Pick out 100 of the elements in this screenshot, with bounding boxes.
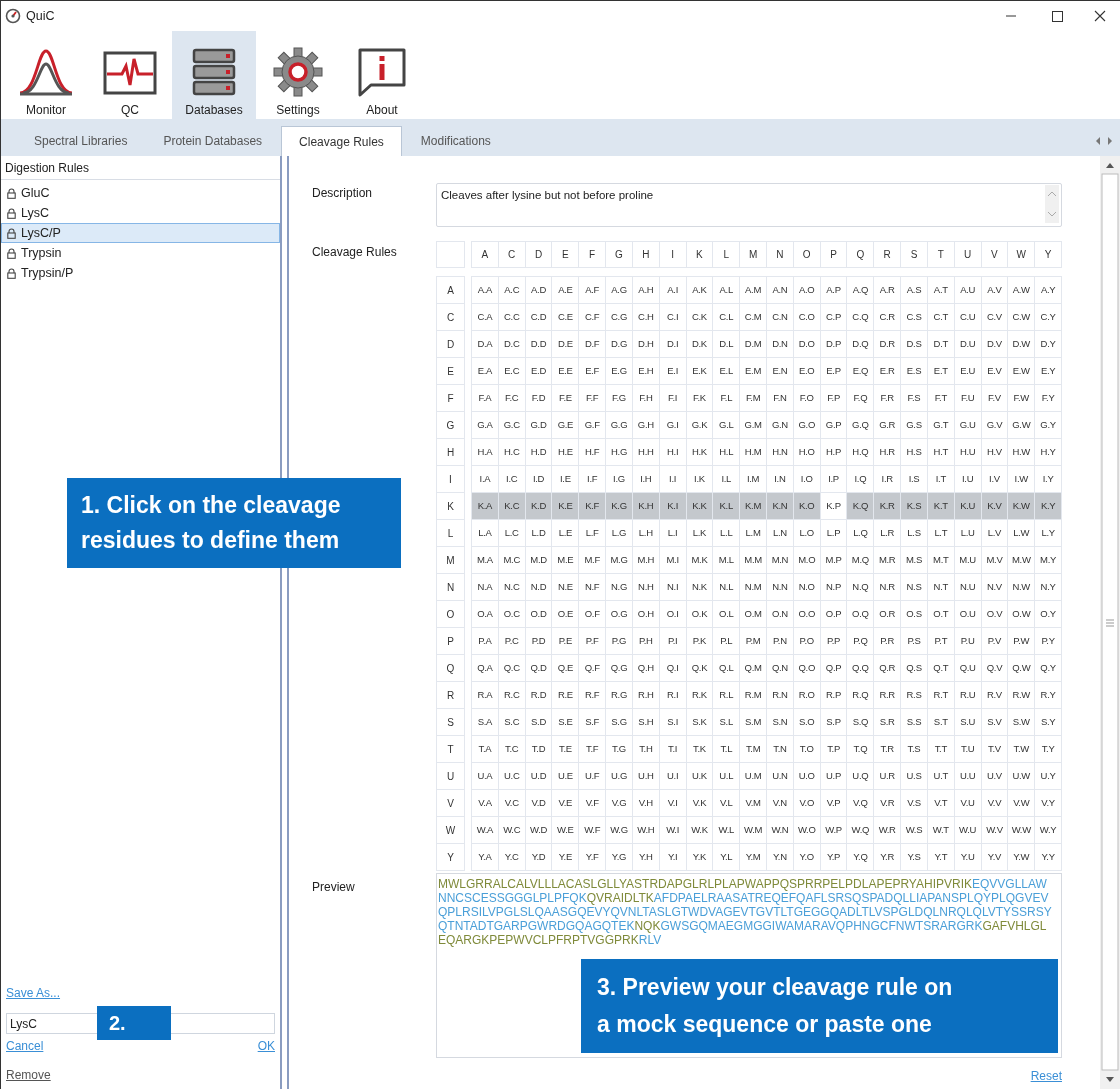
cleavage-cell[interactable]: M.N xyxy=(767,547,793,573)
cleavage-cell[interactable]: K.U xyxy=(954,493,981,519)
cleavage-cell[interactable]: L.G xyxy=(606,520,632,546)
cleavage-cell[interactable]: F.U xyxy=(954,385,981,411)
cleavage-cell[interactable]: C.G xyxy=(606,304,632,330)
cleavage-cell[interactable]: S.E xyxy=(552,709,579,735)
cleavage-cell[interactable]: M.P xyxy=(820,547,847,573)
cleavage-cell[interactable]: T.A xyxy=(472,736,498,762)
cleavage-cell[interactable]: G.V xyxy=(981,412,1008,438)
cleavage-cell[interactable]: I.A xyxy=(472,466,498,492)
cleavage-cell[interactable]: V.E xyxy=(552,790,579,816)
cleavage-cell[interactable]: P.C xyxy=(498,628,525,654)
cleavage-cell[interactable]: H.C xyxy=(498,439,525,465)
cleavage-cell[interactable]: U.A xyxy=(472,763,498,789)
cleavage-cell[interactable]: C.R xyxy=(874,304,901,330)
cleavage-cell[interactable]: C.C xyxy=(498,304,525,330)
cleavage-cell[interactable]: I.S xyxy=(901,466,927,492)
cleavage-cell[interactable]: K.W xyxy=(1008,493,1035,519)
cleavage-cell[interactable]: Q.O xyxy=(793,655,820,681)
cleavage-cell[interactable]: K.P xyxy=(820,493,847,519)
cleavage-cell[interactable]: S.O xyxy=(793,709,820,735)
cleavage-cell[interactable]: D.R xyxy=(874,331,901,357)
cleavage-cell[interactable]: D.F xyxy=(579,331,606,357)
cleavage-cell[interactable]: R.V xyxy=(981,682,1008,708)
cleavage-cell[interactable]: S.P xyxy=(820,709,847,735)
cleavage-cell[interactable]: O.N xyxy=(767,601,793,627)
cleavage-cell[interactable]: U.N xyxy=(767,763,793,789)
cleavage-cell[interactable]: C.E xyxy=(552,304,579,330)
cleavage-cell[interactable]: K.V xyxy=(981,493,1008,519)
cleavage-cell[interactable]: C.M xyxy=(740,304,766,330)
cleavage-cell[interactable]: Y.D xyxy=(525,844,552,870)
cleavage-cell[interactable]: I.V xyxy=(981,466,1008,492)
cleavage-cell[interactable]: S.L xyxy=(713,709,740,735)
cleavage-cell[interactable]: T.U xyxy=(954,736,981,762)
cleavage-cell[interactable]: D.N xyxy=(767,331,793,357)
scrollbar[interactable] xyxy=(1100,156,1120,1089)
cleavage-cell[interactable]: T.G xyxy=(606,736,632,762)
cleavage-cell[interactable]: W.F xyxy=(579,817,606,843)
cleavage-cell[interactable]: E.U xyxy=(954,358,981,384)
cleavage-cell[interactable]: L.K xyxy=(686,520,713,546)
cleavage-cell[interactable]: U.R xyxy=(874,763,901,789)
cleavage-cell[interactable]: G.U xyxy=(954,412,981,438)
cleavage-cell[interactable]: M.F xyxy=(579,547,606,573)
cleavage-cell[interactable]: I.F xyxy=(579,466,606,492)
cleavage-cell[interactable]: N.Q xyxy=(847,574,874,600)
cleavage-cell[interactable]: I.Q xyxy=(847,466,874,492)
cleavage-cell[interactable]: G.Q xyxy=(847,412,874,438)
cleavage-cell[interactable]: R.F xyxy=(579,682,606,708)
cleavage-cell[interactable]: N.Y xyxy=(1035,574,1061,600)
cleavage-cell[interactable]: F.A xyxy=(472,385,498,411)
cleavage-cell[interactable]: L.R xyxy=(874,520,901,546)
cleavage-cell[interactable]: C.H xyxy=(632,304,659,330)
cleavage-cell[interactable]: Q.L xyxy=(713,655,740,681)
cleavage-cell[interactable]: S.D xyxy=(525,709,552,735)
cleavage-cell[interactable]: O.I xyxy=(659,601,686,627)
cleavage-cell[interactable]: K.Q xyxy=(847,493,874,519)
cleavage-cell[interactable]: U.L xyxy=(713,763,740,789)
cleavage-cell[interactable]: N.R xyxy=(874,574,901,600)
cleavage-cell[interactable]: W.N xyxy=(767,817,793,843)
cleavage-cell[interactable]: G.R xyxy=(874,412,901,438)
cleavage-cell[interactable]: R.Y xyxy=(1035,682,1061,708)
cleavage-cell[interactable]: W.L xyxy=(713,817,740,843)
cleavage-cell[interactable]: G.S xyxy=(901,412,927,438)
cleavage-cell[interactable]: L.Q xyxy=(847,520,874,546)
cleavage-cell[interactable]: W.V xyxy=(981,817,1008,843)
cleavage-cell[interactable]: C.L xyxy=(713,304,740,330)
cleavage-cell[interactable]: P.O xyxy=(793,628,820,654)
cleavage-cell[interactable]: P.L xyxy=(713,628,740,654)
cleavage-cell[interactable]: C.D xyxy=(525,304,552,330)
cleavage-cell[interactable]: I.G xyxy=(606,466,632,492)
cleavage-cell[interactable]: S.C xyxy=(498,709,525,735)
cleavage-cell[interactable]: P.G xyxy=(606,628,632,654)
cleavage-cell[interactable]: F.E xyxy=(552,385,579,411)
cleavage-cell[interactable]: M.T xyxy=(927,547,954,573)
cleavage-cell[interactable]: O.U xyxy=(954,601,981,627)
cleavage-cell[interactable]: T.H xyxy=(632,736,659,762)
cleavage-cell[interactable]: A.U xyxy=(954,277,981,303)
cleavage-cell[interactable]: F.D xyxy=(525,385,552,411)
cleavage-cell[interactable]: S.R xyxy=(874,709,901,735)
cleavage-cell[interactable]: I.Y xyxy=(1035,466,1061,492)
cleavage-cell[interactable]: C.V xyxy=(981,304,1008,330)
cleavage-cell[interactable]: P.E xyxy=(552,628,579,654)
cleavage-cell[interactable]: L.O xyxy=(793,520,820,546)
cleavage-cell[interactable]: Y.M xyxy=(740,844,766,870)
cleavage-cell[interactable]: S.Q xyxy=(847,709,874,735)
cleavage-cell[interactable]: M.W xyxy=(1008,547,1035,573)
cleavage-cell[interactable]: N.A xyxy=(472,574,498,600)
cleavage-cell[interactable]: S.W xyxy=(1008,709,1035,735)
cleavage-cell[interactable]: M.H xyxy=(632,547,659,573)
cleavage-cell[interactable]: S.M xyxy=(740,709,766,735)
cleavage-cell[interactable]: S.A xyxy=(472,709,498,735)
cleavage-cell[interactable]: P.M xyxy=(740,628,766,654)
cleavage-cell[interactable]: H.M xyxy=(740,439,766,465)
cleavage-cell[interactable]: F.Y xyxy=(1035,385,1061,411)
cleavage-cell[interactable]: F.L xyxy=(713,385,740,411)
cleavage-cell[interactable]: Y.E xyxy=(552,844,579,870)
scroll-left-icon[interactable] xyxy=(1094,136,1102,146)
cleavage-cell[interactable]: W.Y xyxy=(1035,817,1061,843)
cleavage-cell[interactable]: G.H xyxy=(632,412,659,438)
cleavage-cell[interactable]: M.Q xyxy=(847,547,874,573)
